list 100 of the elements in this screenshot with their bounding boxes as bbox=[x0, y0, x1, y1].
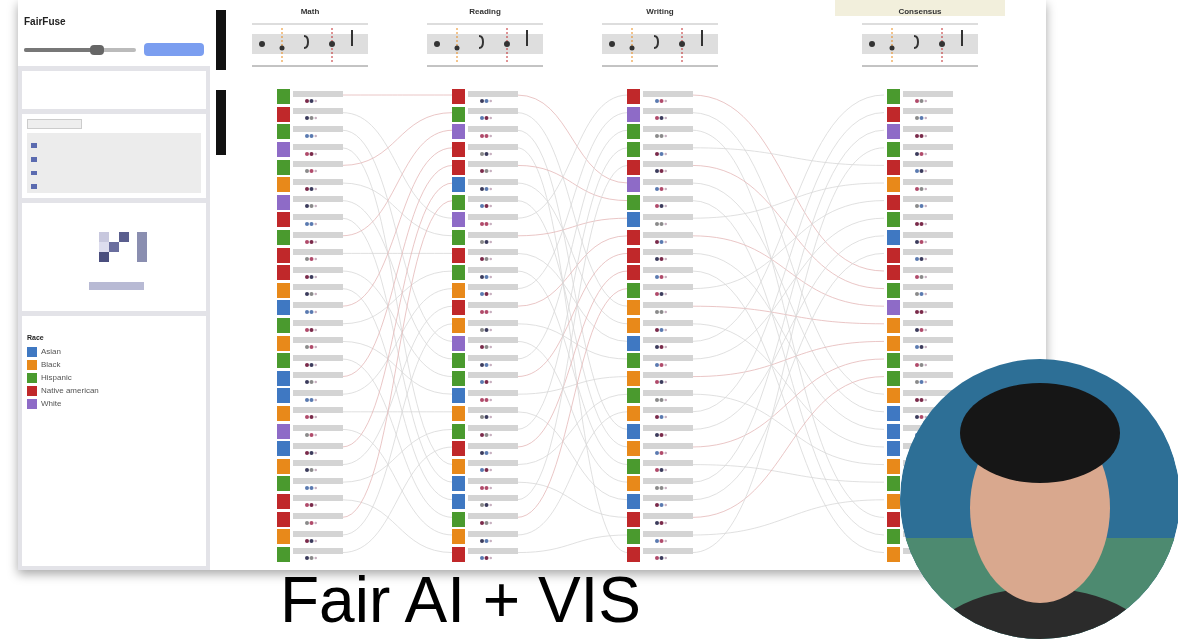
ranking-header[interactable]: Math bbox=[250, 0, 370, 16]
ranking-title: Writing bbox=[646, 8, 674, 16]
attribute-dots-icon bbox=[915, 415, 927, 420]
name-bar bbox=[293, 372, 343, 379]
name-bar bbox=[468, 108, 518, 115]
attribute-dots-icon bbox=[915, 380, 927, 385]
attribute-dots-icon bbox=[655, 485, 667, 490]
name-bar bbox=[643, 460, 693, 467]
name-bar bbox=[293, 143, 343, 150]
name-bar bbox=[468, 213, 518, 220]
name-bar bbox=[903, 249, 953, 256]
name-bar bbox=[643, 249, 693, 256]
attribute-dots-icon bbox=[915, 345, 927, 350]
name-bar bbox=[643, 548, 693, 555]
name-bar bbox=[293, 266, 343, 273]
name-bar bbox=[643, 178, 693, 185]
name-bar bbox=[293, 425, 343, 432]
checkbox[interactable] bbox=[31, 184, 37, 189]
attribute-dots-icon bbox=[480, 468, 492, 473]
name-bar bbox=[293, 477, 343, 484]
name-bar bbox=[643, 530, 693, 537]
attribute-dots-icon bbox=[915, 309, 927, 314]
ranking-header[interactable]: Consensus bbox=[835, 0, 1005, 16]
name-bar bbox=[468, 460, 518, 467]
name-bar bbox=[293, 178, 343, 185]
name-bar bbox=[903, 161, 953, 168]
attribute-dots-icon bbox=[655, 116, 667, 121]
attribute-dots-icon bbox=[480, 98, 492, 103]
attribute-dots-icon bbox=[480, 169, 492, 174]
attribute-dots-icon bbox=[915, 169, 927, 174]
attribute-dots-icon bbox=[480, 186, 492, 191]
name-bar bbox=[643, 126, 693, 132]
attribute-dots-icon bbox=[480, 292, 492, 297]
attribute-dots-icon bbox=[915, 327, 927, 332]
attribute-dots-icon bbox=[480, 221, 492, 226]
attribute-dots-icon bbox=[655, 345, 667, 350]
name-bar bbox=[468, 90, 518, 97]
name-bar bbox=[293, 319, 343, 326]
name-bar bbox=[903, 301, 953, 308]
checkbox[interactable] bbox=[31, 143, 37, 148]
attribute-dots-icon bbox=[915, 204, 927, 209]
attribute-dots-icon bbox=[915, 397, 927, 402]
side-tab[interactable] bbox=[216, 90, 226, 155]
attribute-dots-icon bbox=[480, 433, 492, 438]
name-bar bbox=[903, 284, 953, 291]
slider-thumb[interactable] bbox=[89, 44, 104, 55]
attribute-dots-icon bbox=[915, 151, 927, 156]
name-bar bbox=[293, 108, 343, 115]
attribute-dots-icon bbox=[655, 450, 667, 455]
ranking-header[interactable]: Writing bbox=[600, 0, 720, 16]
attribute-dots-icon bbox=[305, 468, 317, 473]
ranking-header[interactable]: Reading bbox=[425, 0, 545, 16]
name-bar bbox=[643, 284, 693, 291]
attribute-dots-icon bbox=[305, 556, 317, 561]
attribute-dots-icon bbox=[480, 556, 492, 561]
name-bar bbox=[468, 178, 518, 185]
attribute-dots-icon bbox=[655, 204, 667, 209]
attribute-dots-icon bbox=[480, 538, 492, 543]
name-bar bbox=[468, 266, 518, 273]
name-bar bbox=[903, 178, 953, 185]
attribute-dots-icon bbox=[305, 380, 317, 385]
name-bar bbox=[643, 161, 693, 168]
legend-label: White bbox=[41, 399, 62, 408]
name-bar bbox=[643, 513, 693, 520]
attribute-dots-icon bbox=[305, 257, 317, 262]
checkbox[interactable] bbox=[31, 156, 37, 162]
name-bar bbox=[293, 354, 343, 361]
ranking-title: Consensus bbox=[898, 8, 942, 16]
name-bar bbox=[643, 90, 693, 97]
side-tab[interactable] bbox=[216, 10, 226, 70]
name-bar bbox=[468, 337, 518, 344]
name-bar bbox=[468, 143, 518, 150]
attribute-dots-icon bbox=[915, 134, 927, 138]
attribute-dots-icon bbox=[915, 274, 927, 279]
name-bar bbox=[643, 354, 693, 361]
name-bar bbox=[468, 249, 518, 256]
attribute-dots-icon bbox=[305, 485, 317, 490]
name-bar bbox=[293, 90, 343, 97]
fuse-button[interactable] bbox=[143, 43, 204, 56]
name-bar bbox=[643, 389, 693, 396]
name-bar bbox=[903, 389, 953, 396]
attribute-dots-icon bbox=[305, 204, 317, 209]
tab[interactable] bbox=[27, 119, 82, 129]
name-bar bbox=[293, 442, 343, 449]
attribute-dots-icon bbox=[655, 362, 667, 367]
attribute-dots-icon bbox=[480, 521, 492, 526]
name-bar bbox=[643, 301, 693, 308]
checkbox[interactable] bbox=[31, 170, 37, 176]
name-bar bbox=[468, 372, 518, 379]
name-bar bbox=[293, 231, 343, 238]
name-bar bbox=[468, 407, 518, 414]
name-bar bbox=[643, 231, 693, 238]
attribute-dots-icon bbox=[305, 345, 317, 350]
attribute-dots-icon bbox=[915, 362, 927, 367]
name-bar bbox=[468, 354, 518, 361]
attribute-dots-icon bbox=[305, 239, 317, 244]
name-bar bbox=[293, 460, 343, 467]
attribute-dots-icon bbox=[305, 327, 317, 332]
attribute-dots-icon bbox=[480, 503, 492, 508]
name-bar bbox=[643, 477, 693, 484]
